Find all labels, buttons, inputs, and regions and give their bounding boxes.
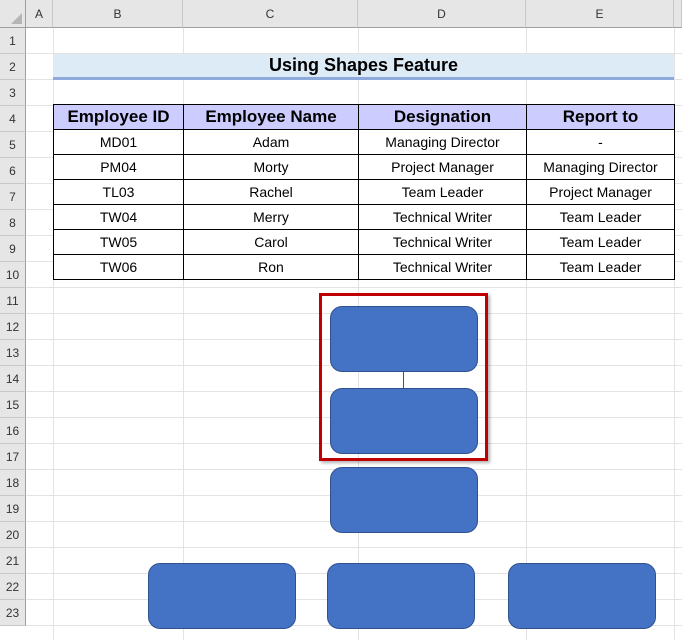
table-row: MD01 Adam Managing Director -: [53, 129, 675, 155]
column-header-d[interactable]: D: [358, 0, 526, 28]
header-designation[interactable]: Designation: [358, 104, 527, 130]
row-header-20[interactable]: 20: [0, 522, 26, 548]
org-shape-managing-director[interactable]: [330, 306, 478, 372]
row-header-21[interactable]: 21: [0, 548, 26, 574]
cell-report-to[interactable]: Project Manager: [526, 179, 675, 205]
cell-employee-name[interactable]: Rachel: [183, 179, 359, 205]
row-header-12[interactable]: 12: [0, 314, 26, 340]
header-report-to[interactable]: Report to: [526, 104, 675, 130]
cell-employee-id[interactable]: PM04: [53, 154, 184, 180]
cell-employee-id[interactable]: TW04: [53, 204, 184, 230]
row-header-19[interactable]: 19: [0, 496, 26, 522]
column-header-a[interactable]: A: [26, 0, 53, 28]
employee-table: Employee ID Employee Name Designation Re…: [53, 104, 675, 280]
connector-line[interactable]: [403, 371, 404, 388]
table-row: TL03 Rachel Team Leader Project Manager: [53, 179, 675, 205]
cell-report-to[interactable]: Team Leader: [526, 204, 675, 230]
row-header-10[interactable]: 10: [0, 262, 26, 288]
table-row: TW05 Carol Technical Writer Team Leader: [53, 229, 675, 255]
row-header-16[interactable]: 16: [0, 418, 26, 444]
row-header-11[interactable]: 11: [0, 288, 26, 314]
cell-report-to[interactable]: Team Leader: [526, 229, 675, 255]
row-header-14[interactable]: 14: [0, 366, 26, 392]
row-header-2[interactable]: 2: [0, 54, 26, 80]
column-header-e[interactable]: E: [526, 0, 674, 28]
cell-employee-id[interactable]: TL03: [53, 179, 184, 205]
row-header-4[interactable]: 4: [0, 106, 26, 132]
row-header-3[interactable]: 3: [0, 80, 26, 106]
row-header-5[interactable]: 5: [0, 132, 26, 158]
row-header-13[interactable]: 13: [0, 340, 26, 366]
sheet-title: Using Shapes Feature: [53, 54, 674, 80]
column-header-c[interactable]: C: [183, 0, 358, 28]
row-header-18[interactable]: 18: [0, 470, 26, 496]
column-header-b[interactable]: B: [53, 0, 183, 28]
cell-report-to[interactable]: -: [526, 129, 675, 155]
row-header-22[interactable]: 22: [0, 574, 26, 600]
cell-employee-name[interactable]: Carol: [183, 229, 359, 255]
header-employee-name[interactable]: Employee Name: [183, 104, 359, 130]
table-header-row: Employee ID Employee Name Designation Re…: [53, 104, 675, 130]
row-header-8[interactable]: 8: [0, 210, 26, 236]
cell-employee-id[interactable]: TW06: [53, 254, 184, 280]
table-row: PM04 Morty Project Manager Managing Directo…: [53, 154, 675, 180]
cell-designation[interactable]: Managing Director: [358, 129, 527, 155]
row-header-15[interactable]: 15: [0, 392, 26, 418]
cell-employee-name[interactable]: Merry: [183, 204, 359, 230]
cell-designation[interactable]: Technical Writer: [358, 254, 527, 280]
row-header-7[interactable]: 7: [0, 184, 26, 210]
row-header-1[interactable]: 1: [0, 28, 26, 54]
row-header-6[interactable]: 6: [0, 158, 26, 184]
cell-employee-name[interactable]: Adam: [183, 129, 359, 155]
cell-designation[interactable]: Project Manager: [358, 154, 527, 180]
table-row: TW06 Ron Technical Writer Team Leader: [53, 254, 675, 280]
select-all-button[interactable]: [0, 0, 26, 28]
org-shape-technical-writer-3[interactable]: [508, 563, 656, 629]
cell-designation[interactable]: Team Leader: [358, 179, 527, 205]
row-header-9[interactable]: 9: [0, 236, 26, 262]
table-row: TW04 Merry Technical Writer Team Leader: [53, 204, 675, 230]
cell-employee-id[interactable]: MD01: [53, 129, 184, 155]
org-shape-team-leader[interactable]: [330, 467, 478, 533]
row-header-23[interactable]: 23: [0, 600, 26, 626]
row-header-17[interactable]: 17: [0, 444, 26, 470]
cell-employee-name[interactable]: Morty: [183, 154, 359, 180]
cell-designation[interactable]: Technical Writer: [358, 204, 527, 230]
header-employee-id[interactable]: Employee ID: [53, 104, 184, 130]
cell-employee-id[interactable]: TW05: [53, 229, 184, 255]
column-header-f[interactable]: [674, 0, 682, 28]
cell-employee-name[interactable]: Ron: [183, 254, 359, 280]
cell-report-to[interactable]: Team Leader: [526, 254, 675, 280]
org-shape-technical-writer-2[interactable]: [327, 563, 475, 629]
org-shape-project-manager[interactable]: [330, 388, 478, 454]
org-shape-technical-writer-1[interactable]: [148, 563, 296, 629]
cell-report-to[interactable]: Managing Director: [526, 154, 675, 180]
cell-designation[interactable]: Technical Writer: [358, 229, 527, 255]
